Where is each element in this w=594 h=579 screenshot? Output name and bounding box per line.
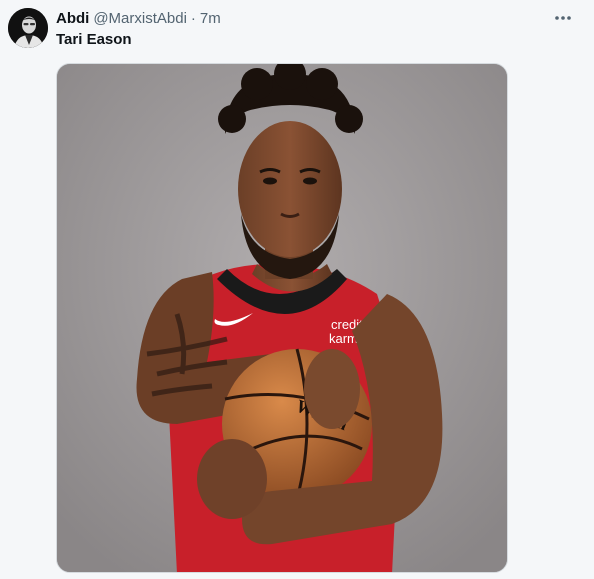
right-eye [303, 177, 317, 185]
tweet-photo[interactable]: credit karma Wilson [56, 63, 508, 573]
tweet-header: Abdi @MarxistAbdi · 7m [56, 8, 221, 28]
separator-dot: · [190, 9, 196, 27]
tweet[interactable]: Abdi @MarxistAbdi · 7m Tari Eason credit… [0, 0, 594, 579]
avatar-image [8, 8, 48, 48]
hair-curl [335, 105, 363, 133]
player-photo: credit karma Wilson [57, 64, 507, 572]
tweet-text: Tari Eason [56, 31, 132, 48]
avatar[interactable] [8, 8, 48, 48]
more-horizontal-icon [555, 16, 571, 20]
timestamp[interactable]: 7m [200, 10, 221, 27]
author-handle[interactable]: @MarxistAbdi [93, 10, 187, 27]
hair-curl [218, 105, 246, 133]
author-name[interactable]: Abdi [56, 10, 89, 27]
face [238, 121, 342, 257]
right-hand [197, 439, 267, 519]
hair-curl [306, 68, 338, 100]
left-hand [304, 349, 360, 429]
hair-curl [241, 68, 273, 100]
left-eye [263, 177, 277, 185]
more-options-button[interactable] [548, 6, 578, 30]
